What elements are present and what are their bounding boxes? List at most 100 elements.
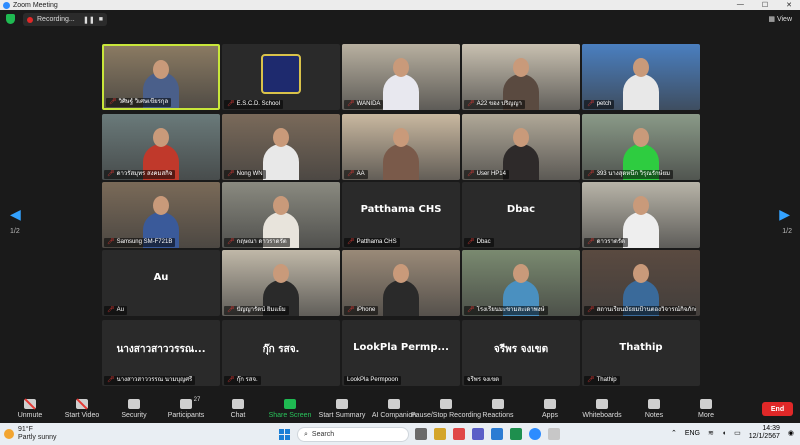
chevron-up-icon[interactable]: ⌃ [671,429,677,437]
maximize-button[interactable]: ☐ [762,1,768,9]
participant-tile[interactable]: 🎤︎ petch [582,44,700,110]
start-video-icon [76,399,88,409]
participant-face [513,128,529,147]
task-view-icon[interactable] [415,428,427,440]
excel-icon[interactable] [510,428,522,440]
participant-tile[interactable]: 🎤︎ ดาวราดรัต [582,182,700,248]
participant-tile[interactable]: 🎤︎ Nong WN [222,114,340,180]
search-placeholder: Search [311,431,335,438]
participant-name-label: 🎤︎ ดาวราดรัต [584,238,628,247]
language-indicator[interactable]: ENG [685,430,700,437]
pause-recording-icon[interactable]: ❚❚ [83,16,95,24]
participant-tile[interactable]: 🎤︎ E.S.C.D. School [222,44,340,110]
participant-name-label: 🎤︎ กุ๊ก รสจ. [224,376,261,385]
participant-tile[interactable]: Au 🎤︎ Au [102,250,220,316]
participant-name: กฤษณา ดาวราดรัต [236,239,287,245]
wifi-icon[interactable]: ≋ [708,429,714,437]
windows-start-icon[interactable] [279,429,290,440]
reactions-button[interactable]: Reactions [472,399,524,419]
security-button[interactable]: Security [108,399,160,419]
participant-tile[interactable]: 🎤︎ User HP14 [462,114,580,180]
muted-mic-icon: 🎤︎ [467,307,475,313]
security-icon [128,399,140,409]
weather-widget[interactable]: 91°F Partly sunny [0,426,120,442]
store-icon[interactable] [491,428,503,440]
participant-face [633,58,649,77]
participant-name: ดาวราดรัต [596,239,625,245]
participant-tile[interactable]: 🎤︎ สถานเรียนมัธยมป้านตองวิจารณ์กิจภักดี [582,250,700,316]
participant-tile[interactable]: 🎤︎ ดาวรัสมุทร สงคมสกิจ [102,114,220,180]
participant-name: WANIDA [356,101,381,107]
participant-name: Samsung SM-F721B [116,239,173,245]
muted-mic-icon: 🎤︎ [347,101,355,107]
participant-tile[interactable]: 🎤︎ กฤษณา ดาวราดรัต [222,182,340,248]
muted-mic-icon: 🎤︎ [587,171,595,177]
end-meeting-button[interactable]: End [762,402,793,416]
whiteboards-button[interactable]: Whiteboards [576,399,628,419]
video-gallery: 🎤︎ วิศิษฐ์ วิเศษเขียรกุล 🎤︎ E.S.C.D. School… [0,30,800,395]
shield-icon[interactable] [6,14,15,24]
participant-name-label: 🎤︎ ดาวรัสมุทร สงคมสกิจ [104,170,176,179]
file-explorer-icon[interactable] [434,428,446,440]
clock-date: 12/1/2567 [748,433,780,440]
participant-tile[interactable]: จรีพร จงเขต จรีพร จงเขต [462,320,580,386]
close-button[interactable]: ✕ [786,1,792,9]
participant-tile[interactable]: นางสาวสาววรรณ... 🎤︎ นางสาวสาววรรณ นามบุญศร… [102,320,220,386]
start-summary-icon [336,399,348,409]
stop-recording-icon[interactable]: ■ [99,16,103,24]
start-video-label: Start Video [64,412,100,419]
page-indicator-left: 1/2 [10,228,20,235]
participant-name: จรีพร จงเขต [467,377,500,383]
participant-tile[interactable]: LookPla Permp... LookPla Permpoon [342,320,460,386]
participant-face [273,264,289,283]
participant-name: สถานเรียนมัธยมป้านตองวิจารณ์กิจภักดี [596,307,696,313]
participant-tile[interactable]: 🎤︎ AA [342,114,460,180]
clock[interactable]: 14:39 12/1/2567 [749,425,780,441]
app-icon-2[interactable] [548,428,560,440]
notification-icon[interactable]: ◉ [788,429,794,437]
participants-icon [180,399,192,409]
security-label: Security [121,412,147,419]
participant-tile[interactable]: 🎤︎ WANIDA [342,44,460,110]
zoom-taskbar-icon[interactable] [529,428,541,440]
unmute-button[interactable]: Unmute [4,399,56,419]
pause-stop-recording-button[interactable]: Pause/Stop Recording [411,399,481,419]
participant-tile[interactable]: Thathip 🎤︎ Thathip [582,320,700,386]
taskbar-search-input[interactable]: ⌕ Search [297,427,409,442]
notes-button[interactable]: Notes [628,399,680,419]
next-page-arrow-icon[interactable]: ▶ [779,206,790,223]
participants-button[interactable]: Participants 27 [160,397,212,419]
clock-time: 14:39 [762,425,780,432]
window-controls: — ☐ ✕ [737,1,800,9]
muted-mic-icon: 🎤︎ [227,377,235,383]
participant-tile[interactable]: 🎤︎ Samsung SM-F721B [102,182,220,248]
participant-face [273,196,289,215]
battery-icon[interactable]: ▭ [734,429,741,437]
participant-tile[interactable]: 🎤︎ โรงเรียนมะขามสะเดาพงษ์ [462,250,580,316]
participant-tile[interactable]: กุ๊ก รสจ. 🎤︎ กุ๊ก รสจ. [222,320,340,386]
start-summary-button[interactable]: Start Summary [316,399,368,419]
minimize-button[interactable]: — [737,1,744,9]
participant-tile[interactable]: Dbac 🎤︎ Dbac [462,182,580,248]
app-icon-1[interactable] [453,428,465,440]
participant-display-name: กุ๊ก รสจ. [262,344,300,355]
participant-tile[interactable]: 🎤︎ iPhone [342,250,460,316]
participant-face [393,264,409,283]
participant-tile[interactable]: 🎤︎ วิศิษฐ์ วิเศษเขียรกุล [102,44,220,110]
chat-button[interactable]: Chat [212,399,264,419]
participant-tile[interactable]: 🎤︎ A22 ของ ปริญญา [462,44,580,110]
share-screen-button[interactable]: Share Screen [264,399,316,419]
notes-icon [648,399,660,409]
more-button[interactable]: More [680,399,732,419]
speaker-icon[interactable]: ◖ [722,430,726,437]
unmute-label: Unmute [17,412,43,419]
teams-icon[interactable] [472,428,484,440]
participant-tile[interactable]: 🎤︎ ปัญญารัตน์ ยิ้มแย้ม [222,250,340,316]
participant-tile[interactable]: 🎤︎ 393 นางสุดหนึก วิรุณรักษ์ยม [582,114,700,180]
start-video-button[interactable]: Start Video [56,399,108,419]
view-button[interactable]: ▦ View [768,15,792,23]
participant-name: Nong WN [236,171,263,177]
participant-tile[interactable]: Patthama CHS 🎤︎ Patthama CHS [342,182,460,248]
previous-page-arrow-icon[interactable]: ◀ [10,206,21,223]
apps-button[interactable]: Apps [524,399,576,419]
